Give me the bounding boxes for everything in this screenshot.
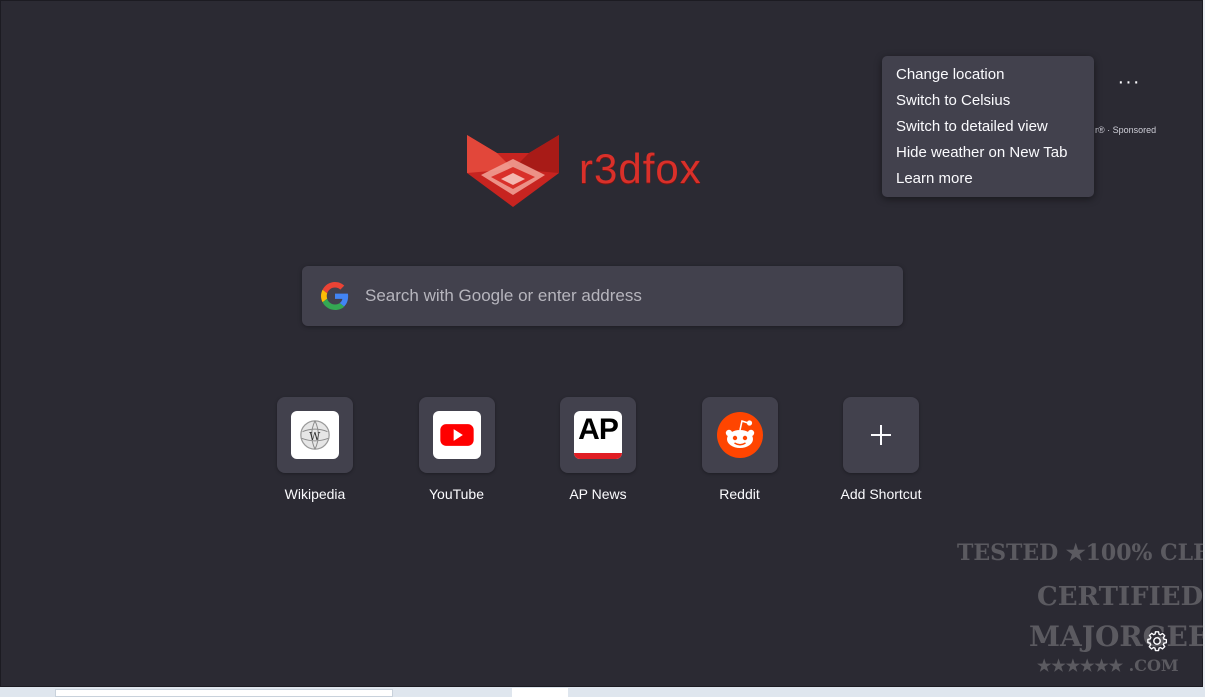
shortcut-wikipedia[interactable]: W Wikipedia: [269, 397, 361, 502]
shortcut-ap-news[interactable]: AP AP News: [552, 397, 644, 502]
google-icon: [321, 282, 349, 310]
r3dfox-logo: r3dfox: [467, 129, 702, 209]
shortcut-label: Wikipedia: [284, 486, 346, 502]
menu-item-learn-more[interactable]: Learn more: [882, 166, 1094, 192]
shortcut-tile[interactable]: W: [277, 397, 353, 473]
r3dfox-logo-icon: [467, 135, 559, 207]
customize-gear-icon[interactable]: [1146, 630, 1168, 652]
svg-text:W: W: [309, 430, 321, 443]
shortcut-add[interactable]: Add Shortcut: [835, 397, 927, 502]
shortcut-reddit[interactable]: Reddit: [694, 397, 786, 502]
weather-sponsored-label: r® · Sponsored: [1095, 125, 1157, 135]
youtube-icon: [432, 411, 481, 459]
shortcut-tile[interactable]: [418, 397, 495, 473]
taskbar-segment: [512, 688, 568, 697]
majorgeeks-watermark: TESTED ★100% CLEAN CERTIFIED MAJORGEEKS …: [951, 538, 1205, 681]
top-sites: W Wikipedia YouTube AP AP News Reddit Ad…: [269, 397, 977, 502]
more-options-icon: ···: [1117, 70, 1141, 93]
shortcut-label: AP News: [569, 486, 627, 502]
weather-menu-button[interactable]: ···: [1114, 67, 1144, 97]
menu-item-hide-weather[interactable]: Hide weather on New Tab: [882, 140, 1094, 166]
shortcut-label: YouTube: [428, 486, 484, 502]
menu-item-change-location[interactable]: Change location: [882, 62, 1094, 88]
watermark-text: CERTIFIED: [1037, 582, 1204, 612]
ap-mark: AP: [578, 413, 619, 446]
shortcut-label: Reddit: [719, 486, 760, 502]
r3dfox-wordmark: r3dfox: [579, 145, 702, 192]
add-shortcut-button[interactable]: [843, 397, 919, 473]
plus-icon: [871, 425, 891, 445]
new-tab-page: r3dfox W Wikipedia: [0, 0, 1205, 687]
watermark-text: TESTED ★100% CLEAN: [957, 540, 1205, 566]
taskbar-strip: [0, 687, 1205, 697]
wikipedia-icon: W: [291, 411, 339, 459]
search-input[interactable]: [363, 285, 867, 307]
shortcut-label: Add Shortcut: [840, 486, 922, 502]
shortcut-tile[interactable]: [701, 397, 778, 473]
watermark-text: ★★★★★★ .COM: [1037, 656, 1179, 675]
weather-context-menu: Change location Switch to Celsius Switch…: [882, 56, 1094, 197]
ap-news-icon: AP: [574, 411, 622, 459]
taskbar-segment: [55, 689, 393, 697]
shortcut-youtube[interactable]: YouTube: [411, 397, 503, 502]
menu-item-detailed-view[interactable]: Switch to detailed view: [882, 114, 1094, 140]
watermark-text: MAJORGEEKS: [1029, 620, 1205, 653]
shortcut-tile[interactable]: AP: [560, 397, 636, 473]
reddit-icon: [716, 411, 764, 459]
menu-item-switch-celsius[interactable]: Switch to Celsius: [882, 88, 1094, 114]
search-bar[interactable]: [302, 266, 903, 326]
